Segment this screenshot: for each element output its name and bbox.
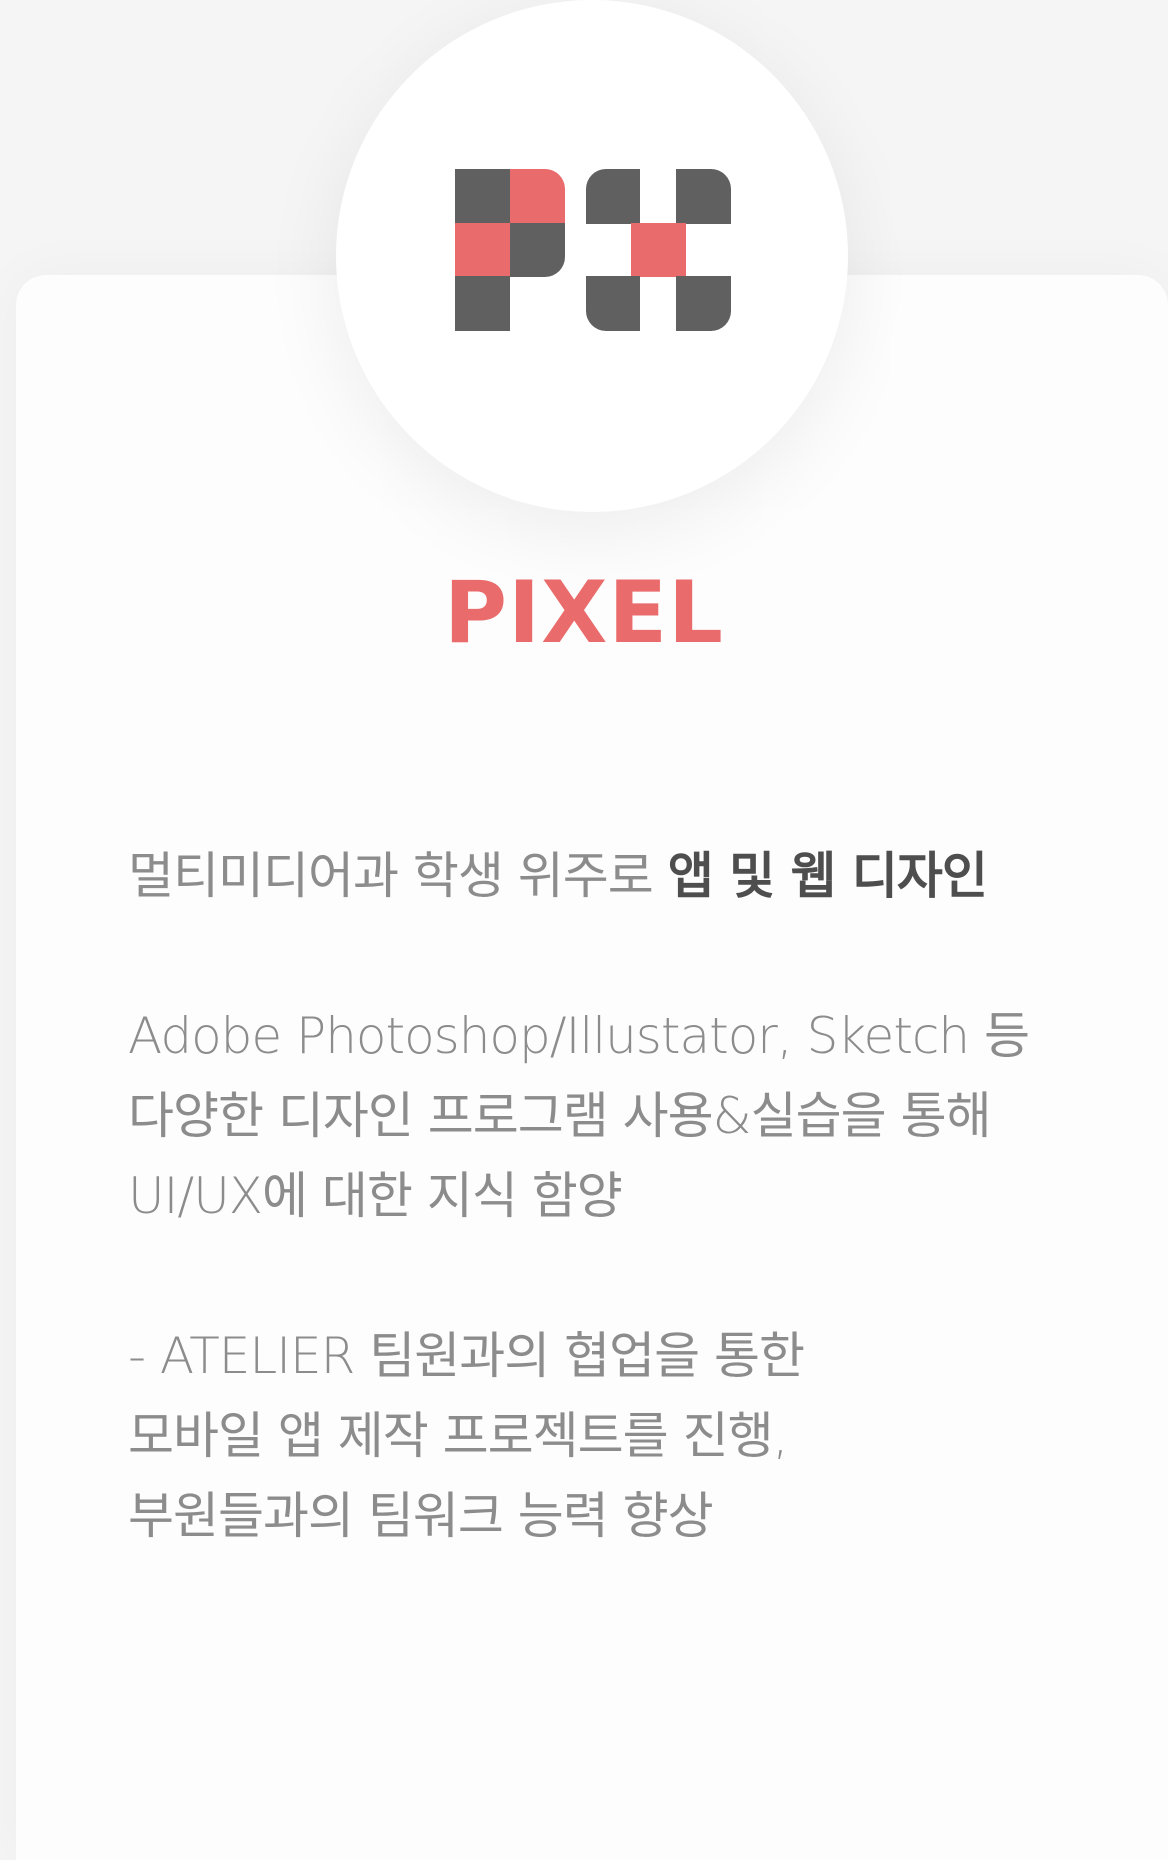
description-line-1-highlight: 앱 및 웹 디자인 — [667, 847, 988, 905]
description-line-5: - ATELIER 팀원과의 협업을 통한 — [128, 1327, 805, 1385]
description-line-4: UI/UX에 대한 지식 함양 — [128, 1167, 623, 1225]
club-title: PIXEL — [444, 563, 724, 663]
description-line-2: Adobe Photoshop/Illustator, Sketch 등 — [128, 1007, 1030, 1065]
description-line-1: 멀티미디어과 학생 위주로 앱 및 웹 디자인 — [128, 836, 1088, 916]
pixel-logo-icon — [455, 169, 731, 331]
description-line-7: 부원들과의 팀워크 능력 향상 — [128, 1487, 714, 1545]
logo-circle — [336, 0, 848, 512]
club-description: 멀티미디어과 학생 위주로 앱 및 웹 디자인 Adobe Photoshop/… — [128, 836, 1088, 1556]
description-line-6: 모바일 앱 제작 프로젝트를 진행, — [128, 1407, 788, 1465]
description-line-3: 다양한 디자인 프로그램 사용&실습을 통해 — [128, 1087, 992, 1145]
description-line-1-prefix: 멀티미디어과 학생 위주로 — [128, 847, 668, 905]
